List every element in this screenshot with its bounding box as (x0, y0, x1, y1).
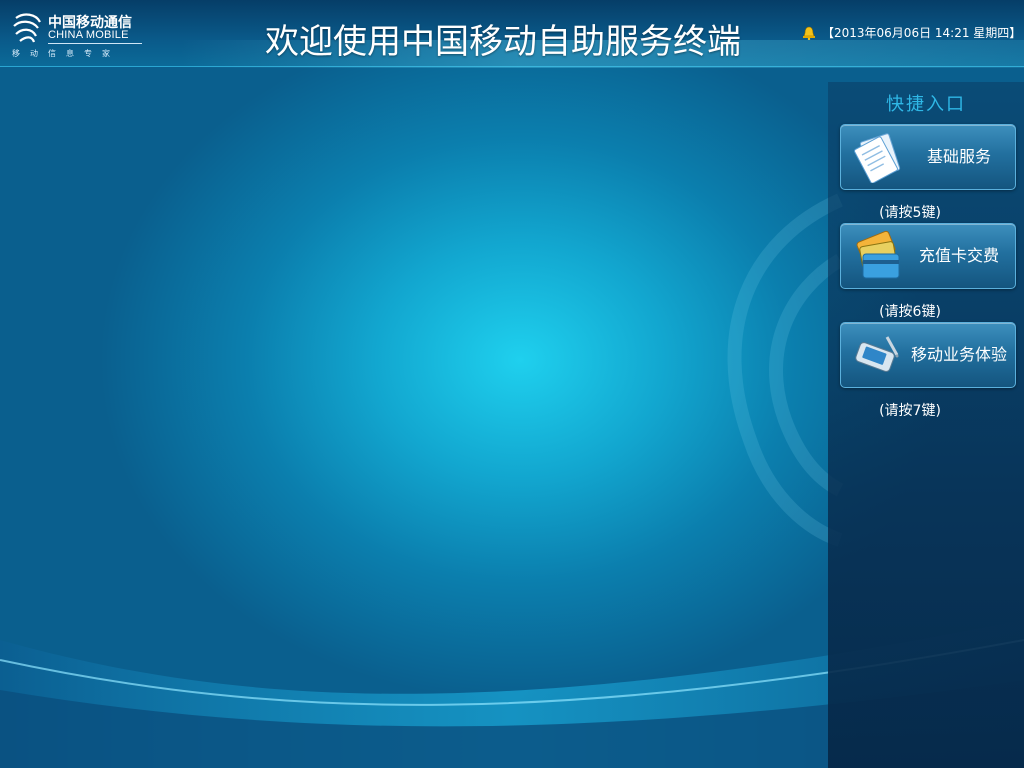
logo-divider (48, 43, 142, 44)
logo-name-en: CHINA MOBILE (48, 29, 129, 41)
logo-tagline: 移动信息专家 (12, 49, 120, 58)
bell-icon (803, 26, 815, 40)
cards-icon (856, 230, 900, 279)
documents-icon (854, 133, 901, 183)
datetime-display: 【2013年06月06日 14:21 星期四】 (822, 26, 1022, 40)
header-bar: 中国移动通信 CHINA MOBILE 移动信息专家 欢迎使用中国移动自助服务终… (0, 0, 1024, 68)
mobile-service-experience-label: 移动业务体验 (910, 345, 1007, 364)
basic-service-hint: (请按5键) (879, 205, 941, 221)
page-title: 欢迎使用中国移动自助服务终端 (265, 22, 741, 62)
recharge-card-button[interactable]: 充值卡交费 (840, 223, 1016, 289)
recharge-card-label: 充值卡交费 (918, 246, 999, 265)
mobile-service-experience-hint: (请按7键) (879, 403, 941, 419)
quick-access-panel: 快捷入口 基础服务 (请按5键) 充值卡交费 (请按6键) 移动业务体验 (请按… (828, 82, 1024, 768)
logo: 中国移动通信 CHINA MOBILE 移动信息专家 (10, 8, 145, 60)
panel-title: 快捷入口 (886, 94, 966, 115)
basic-service-button[interactable]: 基础服务 (840, 124, 1016, 190)
china-mobile-logo-icon (13, 13, 41, 43)
recharge-card-hint: (请按6键) (879, 304, 941, 320)
basic-service-label: 基础服务 (926, 147, 991, 166)
background-logo-watermark (727, 193, 844, 547)
mobile-service-experience-button[interactable]: 移动业务体验 (840, 322, 1016, 388)
pda-device-icon (855, 336, 899, 372)
